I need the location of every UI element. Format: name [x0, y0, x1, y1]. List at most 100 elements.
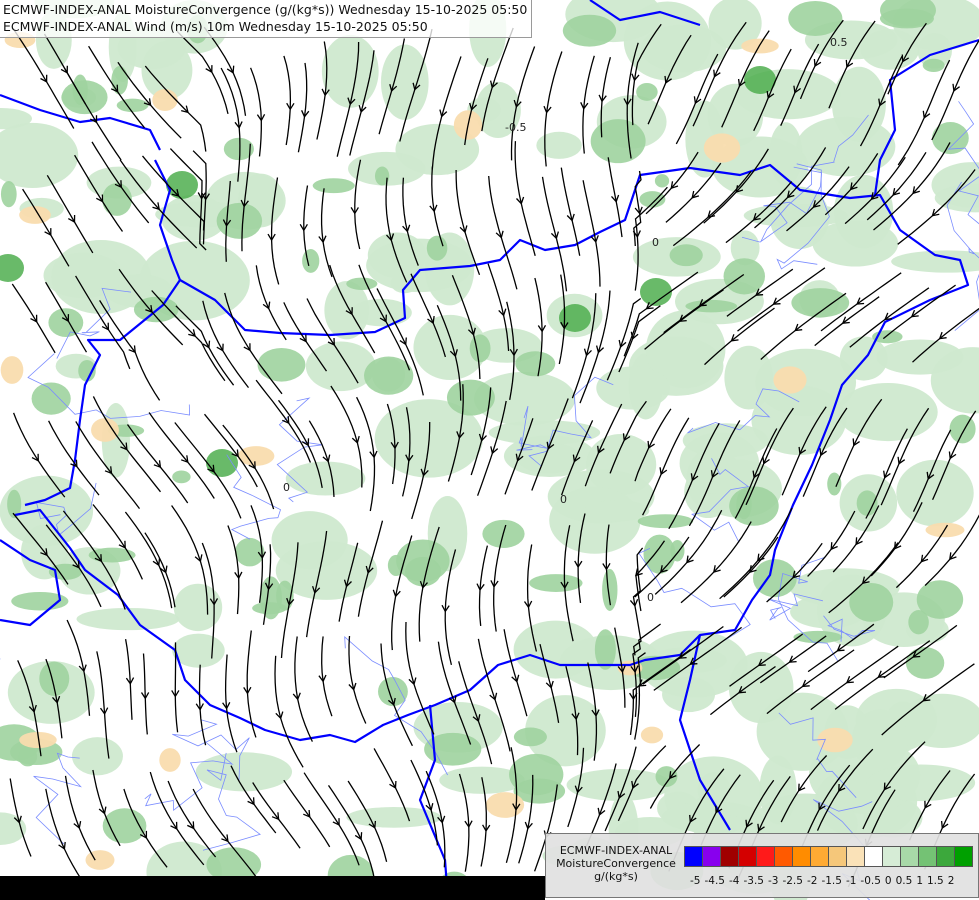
streamline [252, 782, 301, 849]
legend-tick: -4 [728, 875, 740, 887]
legend-tick: -2.5 [782, 875, 803, 887]
streamline [431, 166, 444, 247]
convergence-area [469, 334, 491, 363]
streamline [283, 779, 331, 848]
legend-tick: 0.5 [895, 875, 913, 887]
convergence-area [0, 812, 27, 845]
legend-tick: 0 [884, 875, 892, 887]
divergence-area [817, 727, 853, 753]
legend-swatch [882, 846, 901, 867]
convergence-area [88, 547, 136, 563]
convergence-area [669, 244, 703, 267]
divergence-area [152, 88, 178, 112]
map-title: ECMWF-INDEX-ANAL MoistureConvergence (g/… [0, 0, 533, 38]
legend-swatch [900, 846, 919, 867]
streamline [297, 62, 308, 153]
convergence-area [116, 98, 149, 113]
convergence-area [594, 629, 616, 670]
convergence-area [43, 252, 124, 299]
streamline [224, 654, 238, 753]
convergence-area [346, 277, 378, 290]
convergence-core [166, 171, 198, 199]
streamline [882, 284, 956, 340]
divergence-area [85, 850, 115, 870]
legend-tick: -1 [845, 875, 857, 887]
streamline [320, 188, 333, 278]
streamline [680, 521, 752, 604]
convergence-area [48, 308, 84, 338]
legend-swatch [792, 846, 811, 867]
legend-swatch [918, 846, 937, 867]
legend-unit: g/(kg*s) [594, 870, 638, 883]
map-bottom-bar [0, 876, 545, 900]
convergence-area [529, 574, 583, 592]
legend-swatches [684, 846, 973, 867]
convergence-area [849, 582, 894, 622]
legend-tick: -1.5 [821, 875, 842, 887]
legend-parameter: MoistureConvergence [556, 857, 676, 870]
streamline [64, 775, 96, 861]
convergence-area [654, 174, 670, 188]
convergence-area [536, 131, 582, 159]
legend-swatch [774, 846, 793, 867]
legend-tick: -3 [767, 875, 779, 887]
convergence-area [509, 753, 564, 796]
legend-tick: 2 [947, 875, 955, 887]
convergence-area [916, 580, 964, 619]
convergence-area [922, 58, 945, 72]
streamline [227, 525, 240, 615]
streamline [321, 636, 333, 717]
convergence-area [515, 351, 556, 377]
convergence-area [305, 341, 376, 392]
color-legend: ECMWF-INDEX-ANAL MoistureConvergence g/(… [545, 833, 979, 898]
divergence-area [741, 38, 779, 54]
divergence-area [773, 366, 807, 394]
contour-label: 0 [652, 236, 659, 249]
convergence-area [257, 347, 306, 382]
streamline [11, 283, 56, 354]
legend-tick: -0.5 [860, 875, 881, 887]
legend-swatch [720, 846, 739, 867]
streamline [283, 55, 292, 146]
contour-label: 0 [283, 481, 290, 494]
convergence-area [161, 194, 227, 241]
legend-tick: -5 [690, 875, 701, 887]
legend-swatch [702, 846, 721, 867]
convergence-area [791, 288, 850, 318]
streamline [294, 636, 313, 742]
title-line-wind: ECMWF-INDEX-ANAL Wind (m/s) 10m Wednesda… [3, 19, 428, 34]
map-canvas: -0.5 0.5 0 0 0 0 [0, 0, 979, 900]
contour-label: -0.5 [505, 121, 526, 134]
convergence-area [905, 647, 945, 679]
streamline [126, 424, 189, 504]
convergence-area [72, 74, 88, 105]
contour-label: 0 [647, 591, 654, 604]
legend-tick: -4.5 [704, 875, 725, 887]
convergence-area [285, 461, 366, 496]
convergence-area [0, 122, 79, 189]
convergence-area [827, 472, 842, 496]
streamline [148, 412, 215, 499]
convergence-area [312, 178, 355, 194]
contour-label: 0 [560, 493, 567, 506]
title-line-moisture: ECMWF-INDEX-ANAL MoistureConvergence (g/… [3, 2, 528, 17]
convergence-area [812, 220, 899, 267]
divergence-area [703, 133, 741, 163]
convergence-area [788, 0, 843, 36]
legend-tick: -3.5 [743, 875, 764, 887]
convergence-area [102, 182, 132, 216]
convergence-area [173, 583, 223, 632]
streamline [144, 532, 176, 608]
legend-swatch [828, 846, 847, 867]
streamline [255, 265, 287, 341]
convergence-area [590, 119, 646, 164]
convergence-area [751, 385, 847, 456]
convergence-area [380, 44, 429, 120]
legend-swatch [810, 846, 829, 867]
convergence-area [949, 414, 976, 444]
legend-swatch [936, 846, 955, 867]
legend-swatch [954, 846, 973, 867]
divergence-area [91, 418, 119, 442]
convergence-area [562, 14, 617, 47]
convergence-area [387, 554, 405, 577]
